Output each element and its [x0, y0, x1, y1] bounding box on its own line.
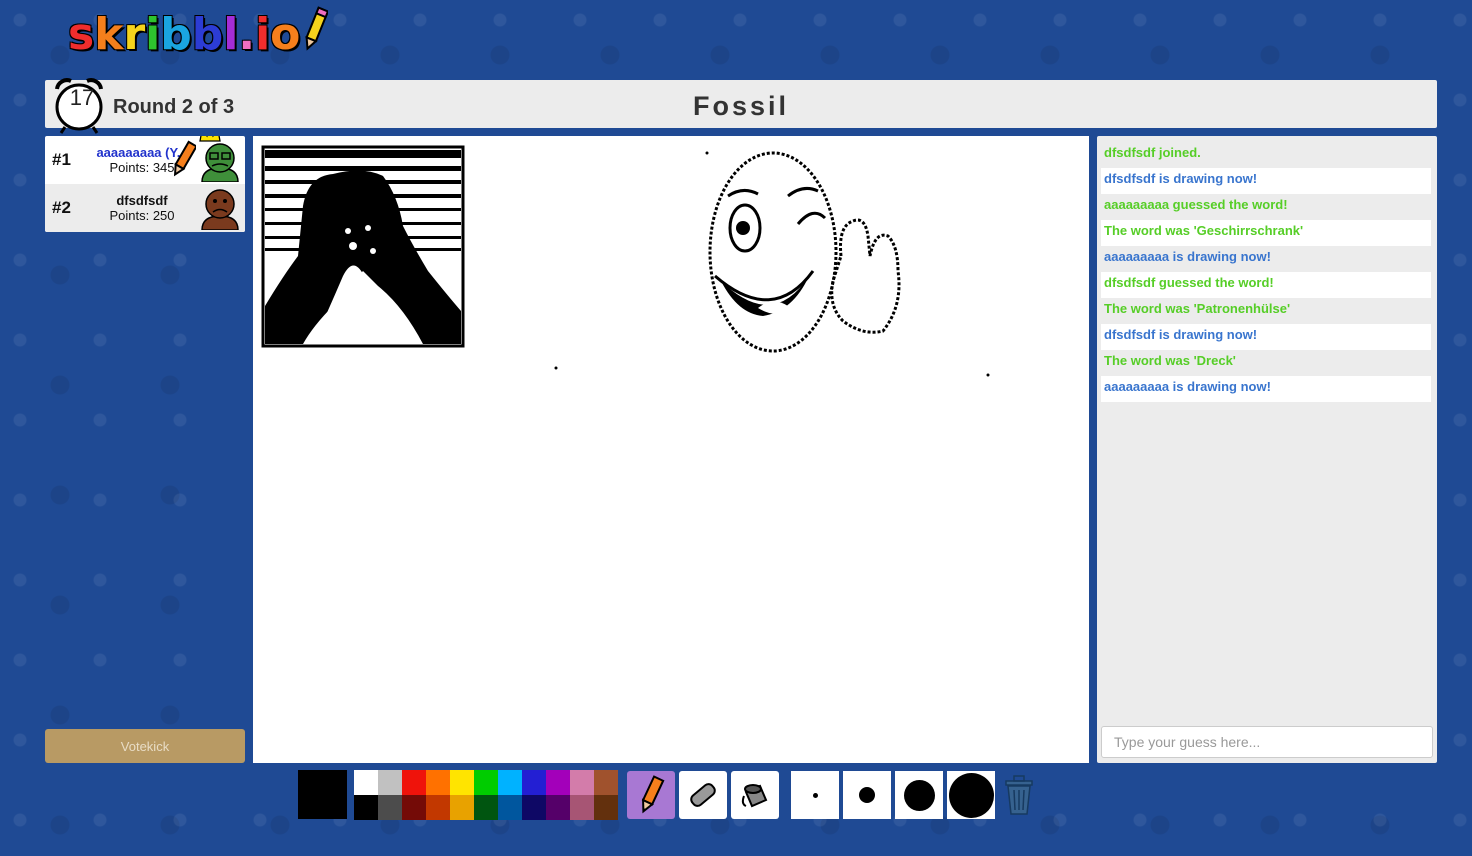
logo-letter: i	[255, 9, 271, 60]
current-color-swatch	[298, 770, 347, 819]
player-list: #1 aaaaaaaaa (Y... Points: 345 #2 dfsdfs…	[45, 136, 245, 232]
brush-size-small[interactable]	[791, 771, 839, 819]
color-swatch[interactable]	[450, 795, 474, 820]
chat-message: dfsdfsdf is drawing now!	[1101, 324, 1431, 350]
color-swatch[interactable]	[354, 770, 378, 795]
logo-letter: l	[223, 9, 239, 60]
logo-letter: b	[191, 9, 224, 60]
logo-letter: b	[160, 9, 192, 60]
chat-message: dfsdfsdf guessed the word!	[1101, 272, 1431, 298]
logo-letter: s	[68, 9, 95, 60]
fill-tool-button[interactable]	[731, 771, 779, 819]
color-swatch[interactable]	[546, 770, 570, 795]
logo-letter: o	[270, 9, 301, 60]
color-swatch[interactable]	[522, 770, 546, 795]
player-avatar	[201, 189, 239, 230]
player-rank: #1	[52, 150, 71, 169]
color-swatch[interactable]	[450, 770, 474, 795]
pencil-icon	[641, 775, 665, 814]
color-swatch[interactable]	[426, 770, 450, 795]
chat-message: aaaaaaaaa is drawing now!	[1104, 249, 1271, 264]
chat-message: aaaaaaaaa is drawing now!	[1101, 376, 1431, 402]
color-swatch[interactable]	[354, 795, 378, 820]
drawing-canvas[interactable]	[253, 136, 1089, 763]
brush-size-medium-dot	[859, 787, 875, 803]
eraser-icon	[690, 783, 716, 807]
clear-canvas-trash-icon[interactable]	[1000, 772, 1038, 816]
color-swatch[interactable]	[378, 795, 402, 820]
player-points: Points: 250	[109, 208, 175, 223]
color-swatch[interactable]	[570, 770, 594, 795]
drawing-pencil-icon	[173, 140, 196, 177]
color-palette	[354, 770, 620, 820]
chat-message: The word was 'Dreck'	[1104, 353, 1236, 368]
brush-size-xlarge-dot	[948, 772, 994, 818]
skribbl-logo: skribbl.io	[68, 4, 329, 60]
drawing-photo	[261, 145, 465, 348]
guess-input[interactable]	[1101, 726, 1433, 758]
color-swatch[interactable]	[402, 770, 426, 795]
color-swatch[interactable]	[498, 795, 522, 820]
color-swatch[interactable]	[570, 795, 594, 820]
logo-pencil-icon	[305, 6, 329, 51]
brush-size-small-dot	[812, 792, 818, 798]
color-swatch[interactable]	[594, 770, 618, 795]
player-row: #2 dfsdfsdf Points: 250	[45, 184, 245, 232]
pencil-tool-button[interactable]	[627, 771, 675, 819]
brush-size-xlarge[interactable]	[947, 771, 995, 819]
votekick-button[interactable]: Votekick	[45, 729, 245, 763]
chat-panel: dfsdfsdf joined. dfsdfsdf is drawing now…	[1097, 136, 1437, 763]
chat-message: aaaaaaaaa guessed the word!	[1104, 197, 1288, 212]
chat-message: dfsdfsdf joined.	[1104, 145, 1201, 160]
eraser-tool-button[interactable]	[679, 771, 727, 819]
brush-size-large[interactable]	[895, 771, 943, 819]
game-header: 17 Round 2 of 3 Fossil	[45, 78, 1437, 134]
color-swatch[interactable]	[426, 795, 450, 820]
color-swatch[interactable]	[378, 770, 402, 795]
color-swatch[interactable]	[498, 770, 522, 795]
logo-text: skribbl.io	[68, 10, 300, 60]
color-swatch[interactable]	[546, 795, 570, 820]
drawing-toolbar	[0, 770, 1472, 820]
color-swatch[interactable]	[522, 795, 546, 820]
color-swatch[interactable]	[402, 795, 426, 820]
chat-message: dfsdfsdf is drawing now!	[1101, 168, 1431, 194]
current-word: Fossil	[692, 91, 790, 121]
player-rank: #2	[52, 198, 71, 217]
logo-letter: .	[238, 9, 256, 60]
player-avatar	[201, 143, 239, 182]
color-swatch[interactable]	[474, 795, 498, 820]
color-swatch[interactable]	[474, 770, 498, 795]
player-row: #1 aaaaaaaaa (Y... Points: 345	[45, 136, 245, 184]
player-name: dfsdfsdf	[116, 193, 168, 208]
color-swatch[interactable]	[594, 795, 618, 820]
logo-letter: r	[123, 9, 146, 60]
chat-messages: dfsdfsdf joined. dfsdfsdf is drawing now…	[1101, 142, 1431, 402]
chat-message: The word was 'Patronenhülse'	[1104, 301, 1291, 316]
logo-letter: i	[145, 9, 161, 60]
brush-size-large-dot	[903, 779, 935, 811]
fill-bucket-icon	[741, 784, 768, 808]
canvas-drawing	[261, 145, 990, 377]
chat-message: The word was 'Geschirrschrank'	[1101, 220, 1431, 246]
crown-icon	[199, 136, 221, 142]
drawing-smiley	[708, 151, 901, 353]
brush-size-medium[interactable]	[843, 771, 891, 819]
logo-letter: k	[94, 9, 124, 60]
